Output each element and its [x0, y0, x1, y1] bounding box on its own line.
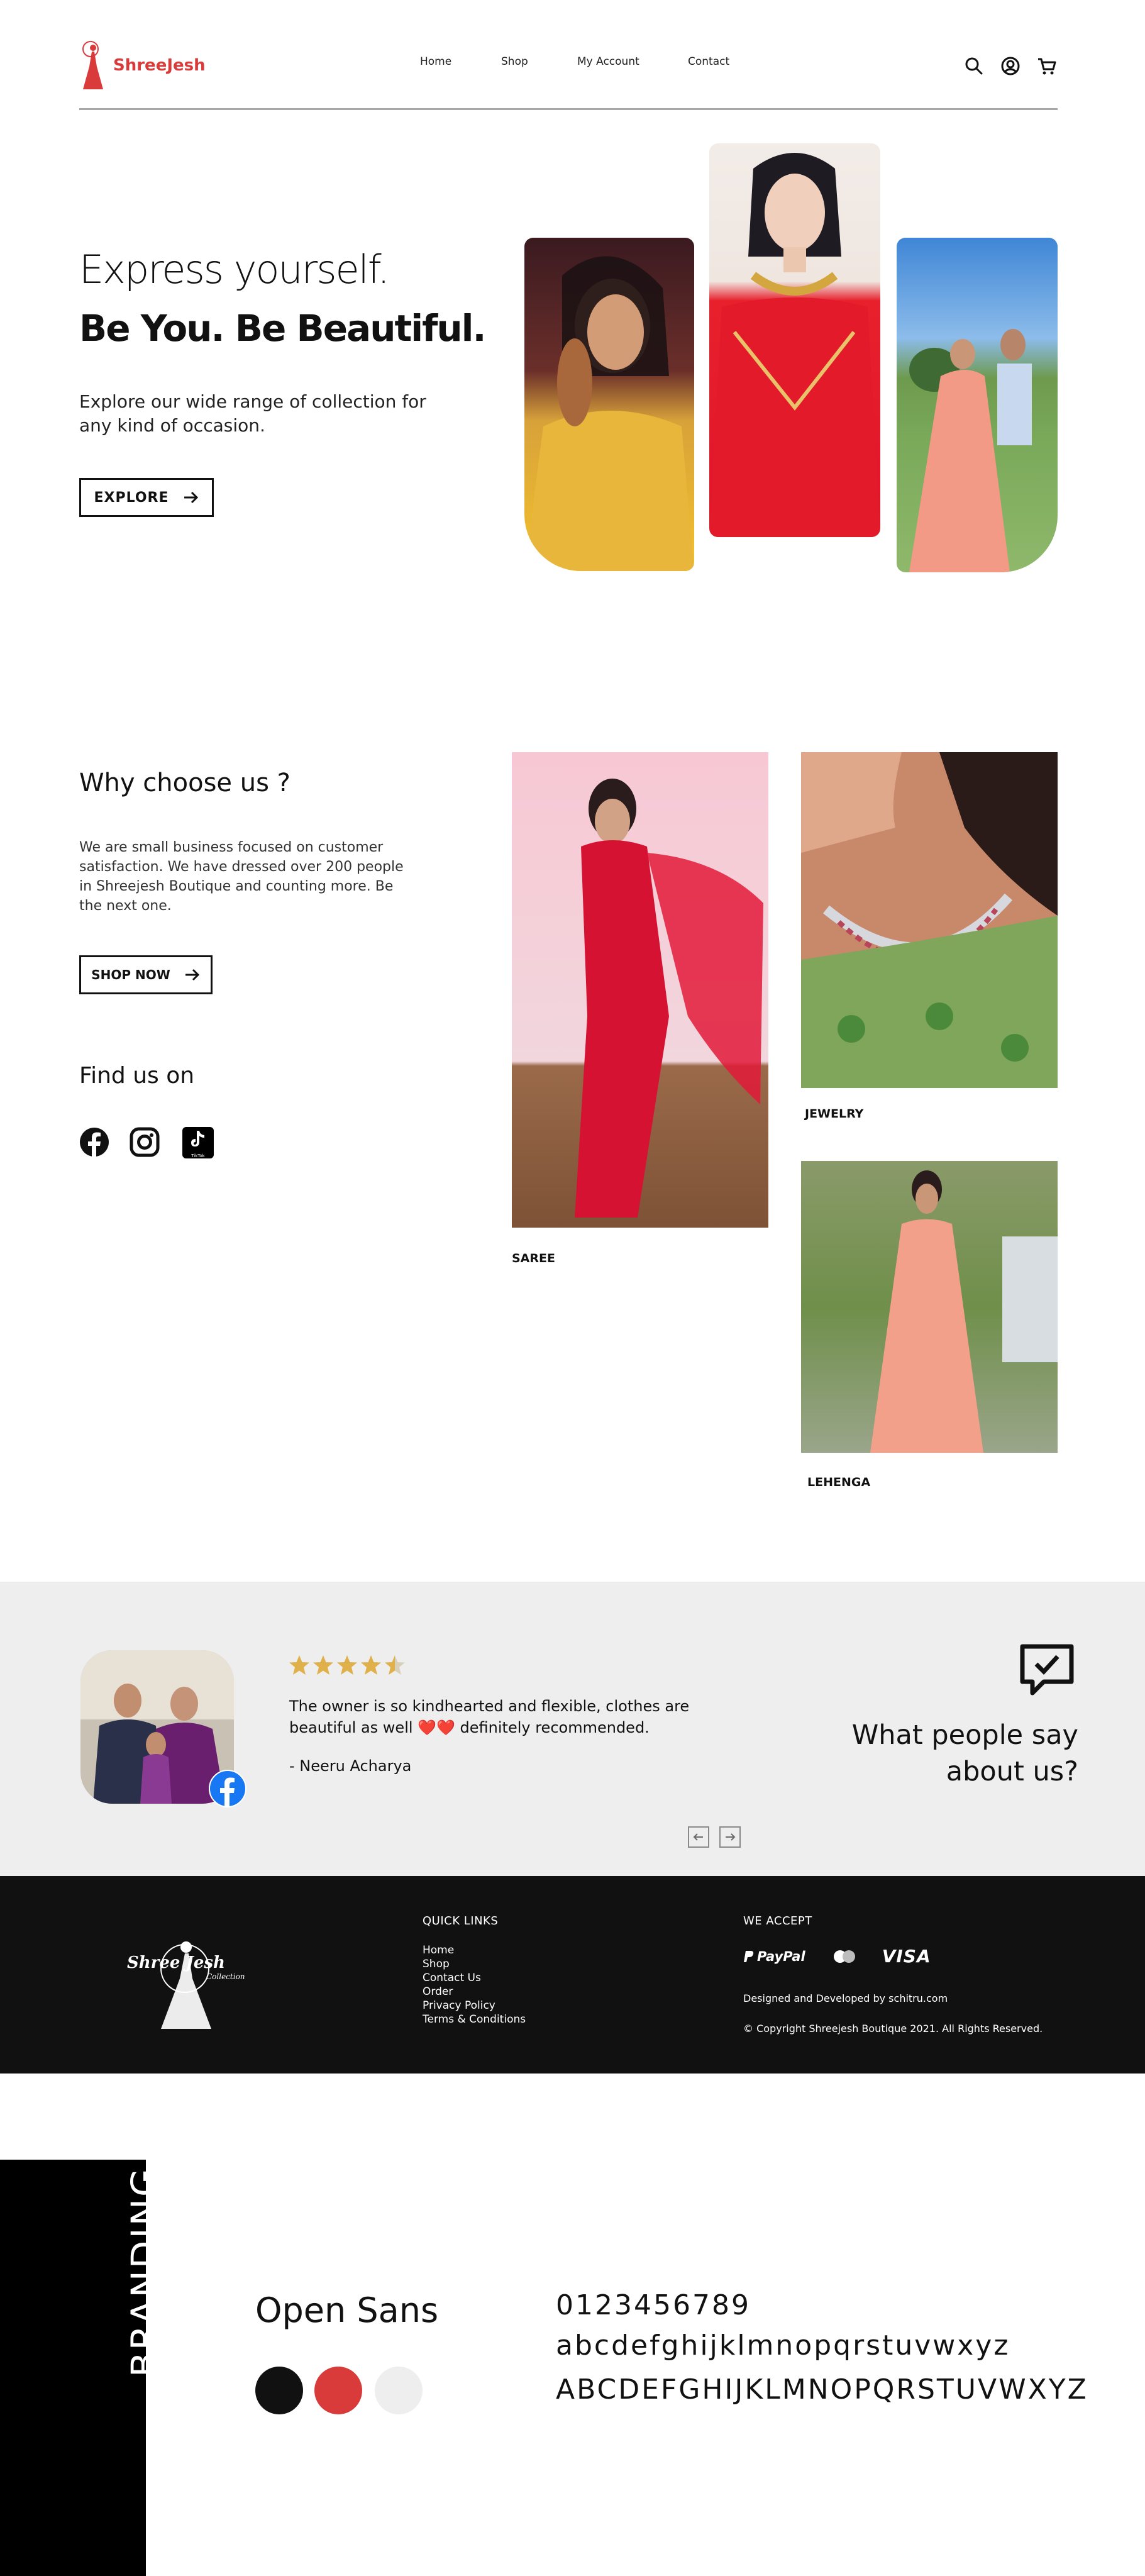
search-icon[interactable] [963, 55, 985, 77]
hero-tagline: Express yourself. [79, 247, 390, 292]
testimonial-quote: The owner is so kindhearted and flexible… [289, 1697, 690, 1736]
saree-card-image[interactable] [512, 752, 768, 1228]
paypal-icon: PayPal [743, 1949, 805, 1964]
color-swatch-light-gray [375, 2367, 423, 2414]
we-accept-title: WE ACCEPT [743, 1914, 812, 1928]
brand-name: ShreeJesh [113, 56, 206, 75]
shop-now-button[interactable]: SHOP NOW [79, 955, 213, 994]
jewelry-card-image[interactable] [801, 752, 1058, 1088]
branding-label: BRANDING [123, 2167, 166, 2377]
testimonial-heading: What people say about us? [852, 1717, 1078, 1790]
paypal-p-icon [744, 1950, 754, 1962]
arrow-left-icon [693, 1833, 703, 1841]
star-icon [361, 1655, 381, 1675]
facebook-badge-icon [209, 1770, 246, 1807]
header-divider [79, 108, 1058, 110]
saree-caption[interactable]: SAREE [512, 1252, 555, 1265]
mastercard-icon [833, 1950, 855, 1963]
hero-photo-red-outfit [709, 143, 880, 537]
hero-description: Explore our wide range of collection for… [79, 391, 426, 436]
footer-logo[interactable]: Shree Jesh Collection [126, 1928, 252, 2035]
dress-logo-icon [82, 41, 103, 89]
font-name: Open Sans [255, 2290, 439, 2330]
why-title: Why choose us ? [79, 769, 290, 797]
instagram-icon[interactable] [130, 1127, 160, 1157]
star-icon [289, 1655, 309, 1675]
footer-logo-text: Shree Jesh [127, 1953, 225, 1972]
footer-link-shop[interactable]: Shop [423, 1957, 526, 1971]
footer-link-privacy-policy[interactable]: Privacy Policy [423, 1999, 526, 2012]
copyright: © Copyright Shreejesh Boutique 2021. All… [743, 2023, 1043, 2035]
testimonial-heading-line1: What people say [851, 1719, 1078, 1751]
font-specimen-uppercase: ABCDEFGHIJKLMNOPQRSTUVWXYZ [556, 2373, 1088, 2406]
font-specimen-lowercase: abcdefghijklmnopqrstuvwxyz [556, 2329, 1010, 2362]
star-icon [385, 1655, 405, 1675]
hero-photo-yellow-outfit [524, 238, 694, 571]
facebook-icon[interactable] [79, 1127, 109, 1157]
account-icon[interactable] [1000, 55, 1021, 77]
arrow-right-icon [184, 491, 198, 504]
testimonial-next-button[interactable] [719, 1826, 741, 1848]
tiktok-icon[interactable]: TikTok [182, 1127, 214, 1158]
why-text: We are small business focused on custome… [79, 840, 404, 914]
arrow-right-icon [185, 969, 199, 981]
star-icon [313, 1655, 333, 1675]
font-specimen-digits: 0123456789 [556, 2289, 751, 2321]
nav-my-account[interactable]: My Account [577, 55, 639, 68]
visa-icon: VISA [882, 1946, 931, 1967]
nav-contact[interactable]: Contact [688, 55, 729, 68]
explore-button-label: EXPLORE [94, 489, 169, 506]
nav-shop[interactable]: Shop [501, 55, 528, 68]
shop-now-button-label: SHOP NOW [91, 967, 170, 982]
brand-logo[interactable]: ShreeJesh [79, 39, 206, 92]
footer-link-order[interactable]: Order [423, 1985, 526, 1999]
footer-dress-logo-icon [160, 1941, 211, 2029]
testimonial-prev-button[interactable] [688, 1826, 709, 1848]
jewelry-caption[interactable]: JEWELRY [805, 1107, 863, 1121]
footer-logo-subtext: Collection [206, 1972, 245, 1981]
tiktok-label: TikTok [191, 1153, 205, 1158]
star-rating [288, 1654, 407, 1679]
quick-links-list: Home Shop Contact Us Order Privacy Polic… [423, 1943, 526, 2026]
color-swatch-red [314, 2367, 362, 2414]
payment-methods: PayPal VISA [743, 1946, 931, 1967]
arrow-right-icon [726, 1833, 736, 1841]
color-swatch-black [255, 2367, 303, 2414]
paypal-label: PayPal [757, 1948, 805, 1964]
quick-links-title: QUICK LINKS [423, 1914, 499, 1928]
stars-svg [289, 1655, 405, 1675]
star-icon [337, 1655, 357, 1675]
testimonial-heading-line2: about us? [946, 1756, 1078, 1787]
testimonial-author: - Neeru Acharya [289, 1757, 412, 1775]
footer-link-contact-us[interactable]: Contact Us [423, 1971, 526, 1985]
explore-button[interactable]: EXPLORE [79, 478, 214, 517]
lehenga-card-image[interactable] [801, 1161, 1058, 1453]
tiktok-note-icon [191, 1131, 204, 1146]
find-us-title: Find us on [79, 1063, 195, 1089]
hero-photo-couple [897, 238, 1058, 572]
lehenga-caption[interactable]: LEHENGA [807, 1475, 870, 1489]
footer-link-terms[interactable]: Terms & Conditions [423, 2012, 526, 2026]
hero-headline: Be You. Be Beautiful. [79, 307, 487, 350]
cart-icon[interactable] [1036, 55, 1058, 77]
footer-link-home[interactable]: Home [423, 1943, 526, 1957]
nav-home[interactable]: Home [420, 55, 451, 68]
designed-by: Designed and Developed by schitru.com [743, 1992, 948, 2004]
chat-check-icon [1020, 1644, 1074, 1696]
